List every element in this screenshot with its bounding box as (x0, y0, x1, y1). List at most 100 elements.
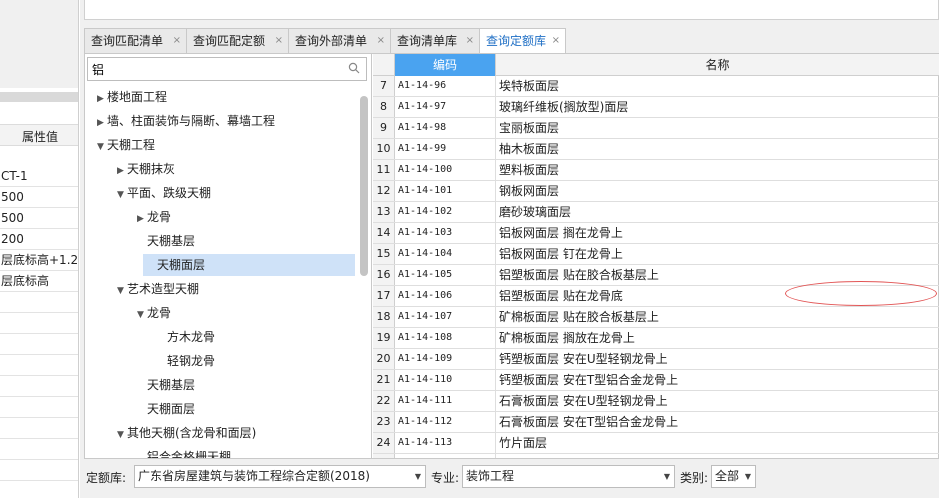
caret-down-icon[interactable]: ▼ (117, 424, 127, 446)
table-row[interactable]: 7 A1-14-96 埃特板面层 (373, 76, 939, 97)
property-value-cell[interactable]: 200 (0, 229, 78, 250)
tree-node[interactable]: ▼ 天棚工程 (97, 134, 155, 156)
close-icon[interactable]: × (275, 29, 283, 53)
property-value-cell[interactable] (0, 334, 78, 355)
tab-query-matched-list[interactable]: 查询匹配清单 × (84, 28, 187, 54)
close-icon[interactable]: × (173, 29, 181, 53)
tree-node-label: 平面、跌级天棚 (127, 186, 212, 200)
name-column-header[interactable]: 名称 (496, 54, 939, 76)
grid-header: 编码 名称 (373, 54, 939, 76)
tab-query-matched-quota[interactable]: 查询匹配定额 × (186, 28, 289, 54)
tree-node[interactable]: 天棚基层 (137, 230, 195, 252)
property-value-cell[interactable] (0, 439, 78, 460)
table-row[interactable]: 24 A1-14-113 竹片面层 (373, 433, 939, 454)
table-row[interactable]: 13 A1-14-102 磨砂玻璃面层 (373, 202, 939, 223)
close-icon[interactable]: × (377, 29, 385, 53)
tree-node[interactable]: ▶ 楼地面工程 (97, 86, 167, 108)
tree-node-label: 龙骨 (147, 306, 172, 320)
tab-query-quota-library[interactable]: 查询定额库 × (479, 28, 566, 54)
caret-down-icon[interactable]: ▼ (137, 304, 147, 326)
highlight-annotation (785, 281, 937, 306)
tree-node[interactable]: ▶ 龙骨 (137, 206, 171, 228)
quota-library-select[interactable]: 广东省房屋建筑与装饰工程综合定额(2018) ▼ (134, 465, 426, 488)
property-value-cell[interactable] (0, 292, 78, 313)
tree-node[interactable]: 天棚面层 (137, 398, 195, 420)
tree-node[interactable]: ▶ 天棚抹灰 (117, 158, 175, 180)
property-value-cell[interactable] (0, 418, 78, 439)
table-row[interactable]: 14 A1-14-103 铝板网面层 搁在龙骨上 (373, 223, 939, 244)
caret-right-icon[interactable]: ▶ (137, 208, 147, 230)
property-value-cell[interactable]: 层底标高 (0, 271, 78, 292)
quota-library-value: 广东省房屋建筑与装饰工程综合定额(2018) (138, 469, 370, 483)
property-value-cell[interactable] (0, 313, 78, 334)
property-value-cell[interactable]: CT-1 (0, 166, 78, 187)
property-value-cell[interactable] (0, 376, 78, 397)
table-row[interactable]: 9 A1-14-98 宝丽板面层 (373, 118, 939, 139)
tab-query-list-library[interactable]: 查询清单库 × (390, 28, 480, 54)
property-panel: 属性值 CT-1 500 500 200 层底标高+1.2 层底标高 (0, 0, 79, 498)
search-input[interactable] (88, 58, 338, 80)
caret-down-icon[interactable]: ▼ (117, 184, 127, 206)
tree-node-label: 天棚面层 (157, 258, 206, 272)
tab-label: 查询定额库 (486, 34, 547, 48)
table-row[interactable]: 22 A1-14-111 石膏板面层 安在U型轻钢龙骨上 (373, 391, 939, 412)
quota-code-cell: A1-14-109 (395, 349, 496, 369)
tab-query-external-list[interactable]: 查询外部清单 × (288, 28, 391, 54)
tab-label: 查询外部清单 (295, 34, 368, 48)
caret-down-icon[interactable]: ▼ (97, 136, 107, 158)
quota-name-cell: 钙塑板面层 安在T型铝合金龙骨上 (499, 373, 679, 387)
close-icon[interactable]: × (466, 29, 474, 53)
table-row[interactable]: 12 A1-14-101 钢板网面层 (373, 181, 939, 202)
table-row[interactable]: 20 A1-14-109 钙塑板面层 安在U型轻钢龙骨上 (373, 349, 939, 370)
tree-scrollbar[interactable] (360, 96, 368, 276)
table-row[interactable] (373, 454, 939, 458)
code-column-header[interactable]: 编码 (395, 54, 496, 76)
tree-node-label: 艺术造型天棚 (127, 282, 200, 296)
tree-node[interactable]: ▼ 龙骨 (137, 302, 171, 324)
table-row[interactable]: 19 A1-14-108 矿棉板面层 搁放在龙骨上 (373, 328, 939, 349)
property-panel-top (0, 0, 78, 88)
filter-bar: 定额库: 广东省房屋建筑与装饰工程综合定额(2018) ▼ 专业: 装饰工程 ▼… (84, 463, 939, 490)
caret-right-icon[interactable]: ▶ (97, 88, 107, 110)
property-value-cell[interactable]: 500 (0, 208, 78, 229)
quota-name-cell: 柚木板面层 (499, 142, 560, 156)
category-select[interactable]: 全部 ▼ (711, 465, 756, 488)
category-value: 全部 (715, 469, 740, 483)
table-row[interactable]: 23 A1-14-112 石膏板面层 安在T型铝合金龙骨上 (373, 412, 939, 433)
row-number: 21 (373, 370, 395, 390)
table-row[interactable]: 11 A1-14-100 塑料板面层 (373, 160, 939, 181)
property-value-cell[interactable]: 层底标高+1.2 (0, 250, 78, 271)
row-number (373, 454, 395, 458)
tree-node[interactable]: 天棚基层 (137, 374, 195, 396)
tree-node[interactable]: 轻钢龙骨 (157, 350, 215, 372)
search-icon[interactable] (348, 62, 360, 74)
row-number: 9 (373, 118, 395, 138)
table-row[interactable]: 15 A1-14-104 铝板网面层 钉在龙骨上 (373, 244, 939, 265)
tree-node[interactable]: 铝合金格栅天棚 (137, 446, 231, 458)
property-value-cell[interactable] (0, 355, 78, 376)
row-number: 10 (373, 139, 395, 159)
tree-node-label: 天棚基层 (147, 378, 196, 392)
property-value-cell[interactable] (0, 460, 78, 481)
caret-right-icon[interactable]: ▶ (97, 112, 107, 134)
tree-node[interactable]: 天棚面层 (143, 254, 355, 276)
close-icon[interactable]: × (552, 29, 560, 53)
row-number-header (373, 54, 395, 76)
tree-node[interactable]: ▼ 其他天棚(含龙骨和面层) (117, 422, 256, 444)
quota-code-cell: A1-14-107 (395, 307, 496, 327)
quota-code-cell: A1-14-100 (395, 160, 496, 180)
caret-right-icon[interactable]: ▶ (117, 160, 127, 182)
tree-node[interactable]: ▼ 艺术造型天棚 (117, 278, 199, 300)
table-row[interactable]: 8 A1-14-97 玻璃纤维板(搁放型)面层 (373, 97, 939, 118)
caret-down-icon[interactable]: ▼ (117, 280, 127, 302)
table-row[interactable]: 10 A1-14-99 柚木板面层 (373, 139, 939, 160)
tree-node[interactable]: ▶ 墙、柱面装饰与隔断、幕墙工程 (97, 110, 275, 132)
property-value-cell[interactable]: 500 (0, 187, 78, 208)
tree-node[interactable]: 方木龙骨 (157, 326, 215, 348)
table-row[interactable]: 21 A1-14-110 钙塑板面层 安在T型铝合金龙骨上 (373, 370, 939, 391)
table-row[interactable]: 18 A1-14-107 矿棉板面层 贴在胶合板基层上 (373, 307, 939, 328)
major-select[interactable]: 装饰工程 ▼ (462, 465, 675, 488)
quota-name-cell: 塑料板面层 (499, 163, 560, 177)
tree-node[interactable]: ▼ 平面、跌级天棚 (117, 182, 211, 204)
property-value-cell[interactable] (0, 397, 78, 418)
